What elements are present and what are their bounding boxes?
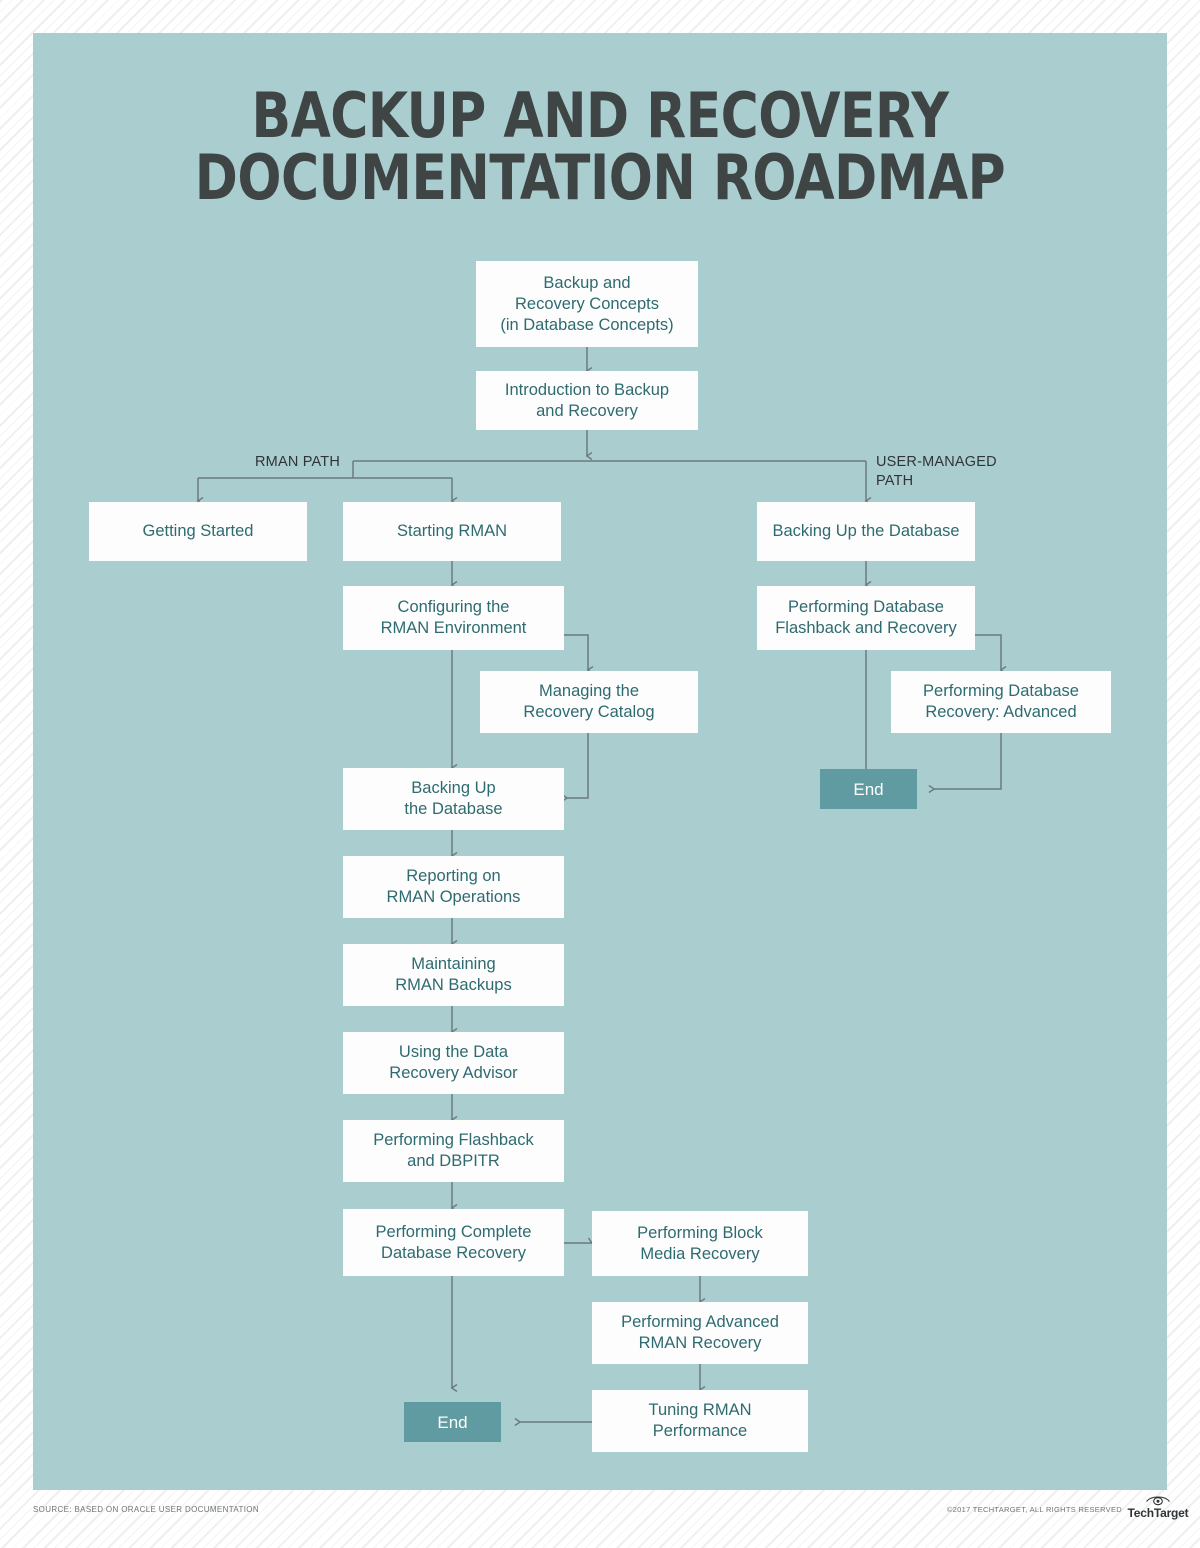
source-note: SOURCE: BASED ON ORACLE USER DOCUMENTATI… xyxy=(33,1505,259,1514)
path-label-user-managed: USER-MANAGED PATH xyxy=(876,454,997,489)
techtarget-wordmark: TechTarget xyxy=(1127,1506,1189,1520)
node-backup-recovery-concepts[interactable]: Backup and Recovery Concepts (in Database … xyxy=(476,261,698,347)
node-configuring-the-rman-environment[interactable]: Configuring the RMAN Environment xyxy=(343,586,564,650)
node-performing-advanced-rman-recovery[interactable]: Performing Advanced RMAN Recovery xyxy=(592,1302,808,1364)
node-starting-rman[interactable]: Starting RMAN xyxy=(343,502,561,561)
techtarget-logo: TechTarget xyxy=(1126,1494,1190,1524)
node-backing-up-the-database-rman[interactable]: Backing Up the Database xyxy=(343,768,564,830)
node-getting-started[interactable]: Getting Started xyxy=(89,502,307,561)
node-end-rman-path[interactable]: End xyxy=(404,1402,501,1442)
flowchart: RMAN PATH USER-MANAGED PATH Backup and Rec… xyxy=(33,33,1167,1490)
node-using-the-data-recovery-advisor[interactable]: Using the Data Recovery Advisor xyxy=(343,1032,564,1094)
node-introduction-to-backup-and-recovery[interactable]: Introduction to Backup and Recovery xyxy=(476,371,698,430)
node-reporting-on-rman-operations[interactable]: Reporting on RMAN Operations xyxy=(343,856,564,918)
footer: SOURCE: BASED ON ORACLE USER DOCUMENTATI… xyxy=(0,1496,1200,1540)
node-performing-database-flashback-and-recovery[interactable]: Performing Database Flashback and Recover… xyxy=(757,586,975,650)
node-managing-the-recovery-catalog[interactable]: Managing the Recovery Catalog xyxy=(480,671,698,733)
node-performing-flashback-and-dbpitr[interactable]: Performing Flashback and DBPITR xyxy=(343,1120,564,1182)
node-tuning-rman-performance[interactable]: Tuning RMAN Performance xyxy=(592,1390,808,1452)
copyright-note: ©2017 TECHTARGET, ALL RIGHTS RESERVED xyxy=(946,1505,1122,1514)
node-performing-complete-database-recovery[interactable]: Performing Complete Database Recovery xyxy=(343,1209,564,1276)
node-backing-up-the-database-user-managed[interactable]: Backing Up the Database xyxy=(757,502,975,561)
node-performing-database-recovery-advanced[interactable]: Performing Database Recovery: Advanced xyxy=(891,671,1111,733)
poster-page: BACKUP AND RECOVERY DOCUMENTATION ROADMA… xyxy=(0,0,1200,1548)
path-label-rman: RMAN PATH xyxy=(255,454,341,470)
node-performing-block-media-recovery[interactable]: Performing Block Media Recovery xyxy=(592,1211,808,1276)
node-end-user-managed-path[interactable]: End xyxy=(820,769,917,809)
node-maintaining-rman-backups[interactable]: Maintaining RMAN Backups xyxy=(343,944,564,1006)
content-panel: BACKUP AND RECOVERY DOCUMENTATION ROADMA… xyxy=(33,33,1167,1490)
